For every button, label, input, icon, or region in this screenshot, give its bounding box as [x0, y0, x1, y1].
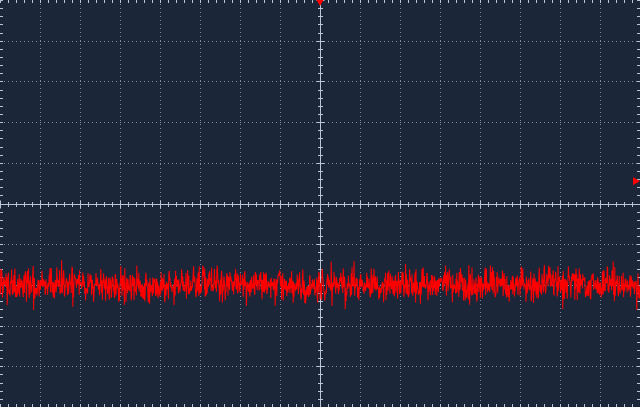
oscilloscope-screen: [0, 0, 640, 407]
